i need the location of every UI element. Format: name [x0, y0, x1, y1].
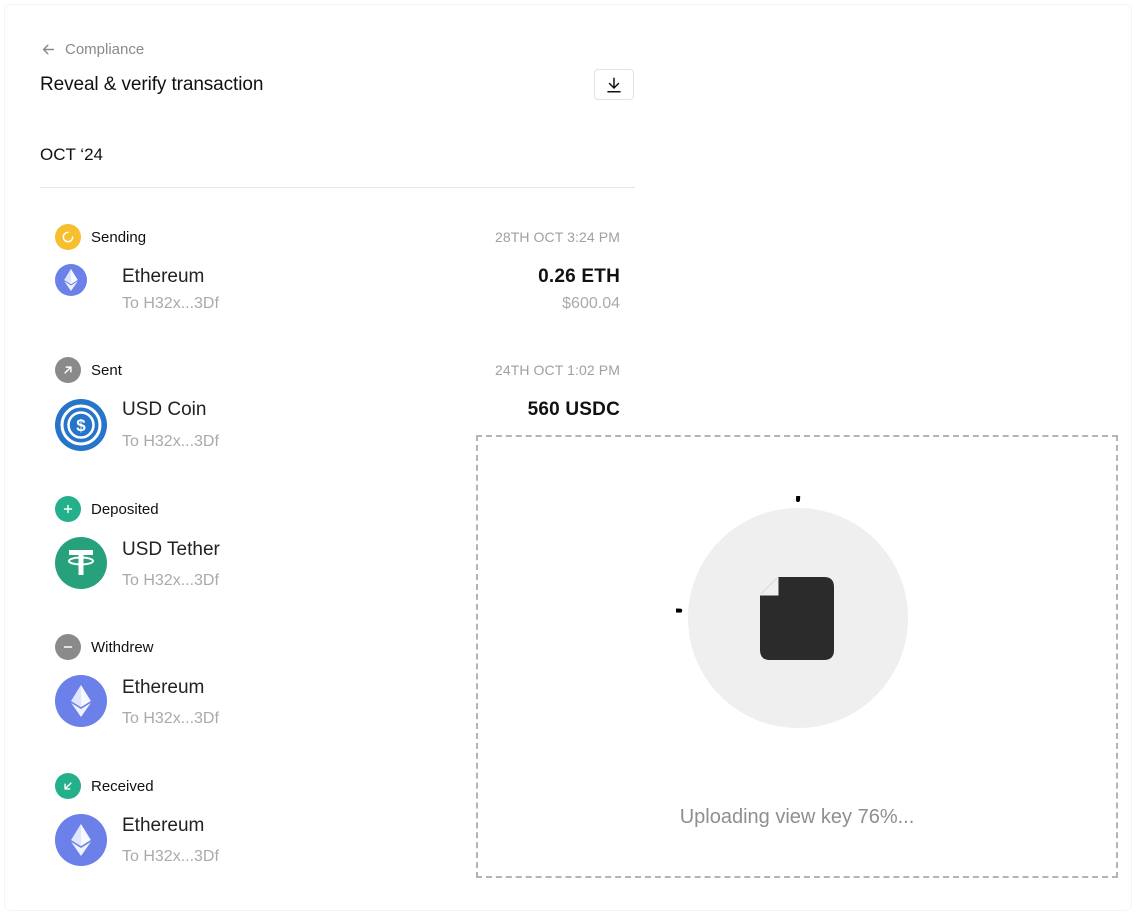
upload-status-text: Uploading view key 76%...	[679, 806, 915, 828]
tether-icon	[55, 537, 107, 589]
transaction-status: Deposited	[55, 496, 159, 522]
transaction-status: Sent	[55, 357, 122, 383]
recipient-address: To H32x...3Df	[122, 295, 219, 312]
coin-name: USD Coin	[122, 399, 207, 420]
download-icon	[607, 77, 621, 92]
usdc-icon: $	[55, 399, 107, 451]
transaction-status: Sending	[55, 224, 146, 250]
back-link-label: Compliance	[65, 40, 145, 58]
coin-name: Ethereum	[122, 815, 205, 836]
ethereum-icon	[55, 264, 87, 296]
upload-progress-ring	[676, 496, 908, 728]
transaction-date: 24TH OCT 1:02 PM	[494, 362, 620, 378]
month-heading: OCT ‘24	[40, 145, 103, 164]
crypto-amount: 0.26 ETH	[538, 266, 620, 287]
recipient-address: To H32x...3Df	[122, 433, 219, 450]
crypto-amount: 560 USDC	[527, 399, 620, 420]
back-link[interactable]: Compliance	[40, 40, 144, 58]
plus-icon	[55, 496, 81, 522]
transaction-date: 28TH OCT 3:24 PM	[494, 229, 620, 245]
divider	[40, 187, 635, 188]
transaction-status: Withdrew	[55, 634, 154, 660]
coin-name: Ethereum	[122, 677, 205, 698]
status-label: Withdrew	[91, 638, 154, 656]
recipient-address: To H32x...3Df	[122, 572, 219, 589]
arrow-up-right-icon	[55, 357, 81, 383]
transaction-item[interactable]: Sending 28TH OCT 3:24 PM Ethereum To H32…	[40, 224, 620, 334]
status-label: Deposited	[91, 500, 159, 518]
transaction-status: Received	[55, 773, 154, 799]
spinner-icon	[55, 224, 81, 250]
status-label: Received	[91, 777, 154, 795]
ethereum-icon	[55, 814, 107, 866]
minus-icon	[55, 634, 81, 660]
download-button[interactable]	[594, 69, 634, 100]
page-title: Reveal & verify transaction	[40, 74, 264, 95]
status-label: Sending	[91, 228, 147, 246]
file-icon	[760, 577, 834, 660]
ethereum-icon	[55, 675, 107, 727]
recipient-address: To H32x...3Df	[122, 710, 219, 727]
coin-name: USD Tether	[122, 539, 220, 560]
arrow-left-icon	[42, 44, 55, 54]
coin-name: Ethereum	[122, 266, 205, 287]
svg-text:$: $	[76, 416, 86, 435]
fiat-amount: $600.04	[562, 295, 620, 312]
recipient-address: To H32x...3Df	[122, 848, 219, 865]
arrow-down-left-icon	[55, 773, 81, 799]
status-label: Sent	[91, 361, 122, 379]
